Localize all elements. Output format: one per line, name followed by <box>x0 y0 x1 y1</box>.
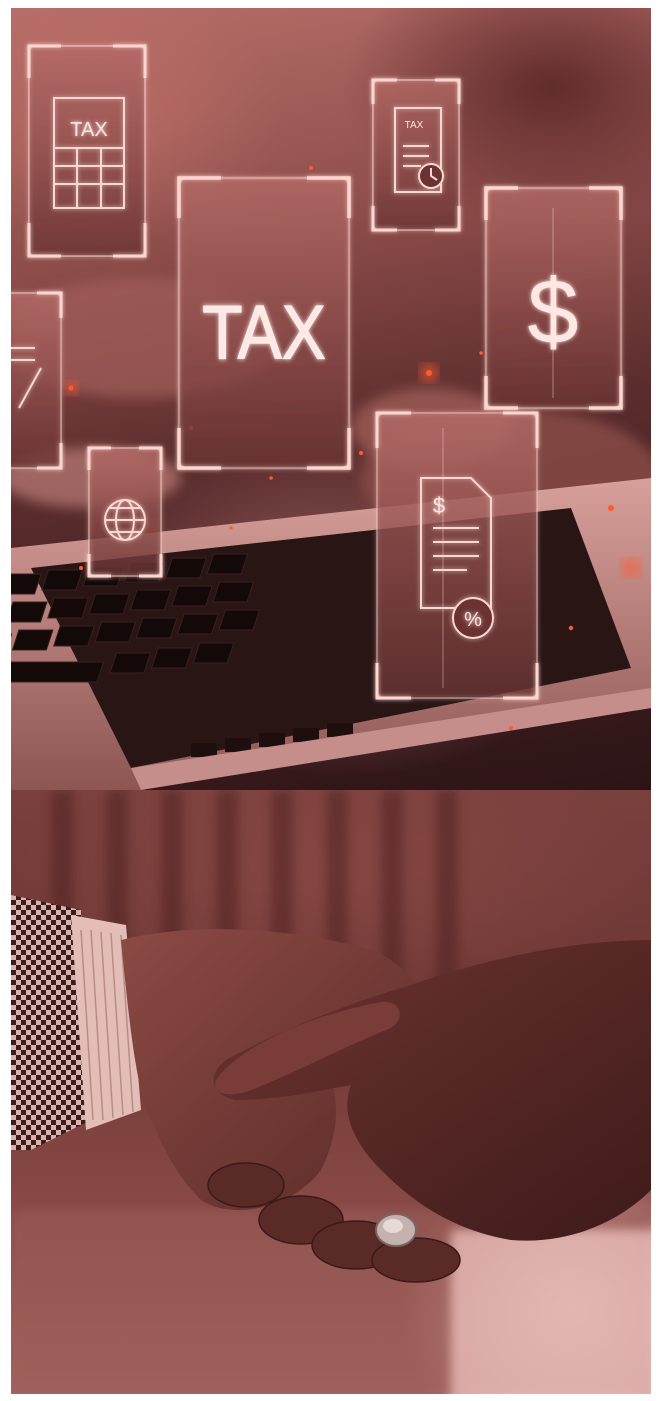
receipt-icon <box>11 291 63 470</box>
tax-main-label: TAX <box>202 292 325 376</box>
globe-icon <box>87 446 163 578</box>
tax-concept-photo: TAX TAX TAX $ $ % <box>11 8 651 790</box>
tax-form-icon <box>27 44 147 258</box>
tax-concept-illustration: TAX TAX TAX $ $ % <box>11 44 651 790</box>
tax-document-label: TAX <box>405 120 424 131</box>
jacket-sleeve <box>11 895 141 1150</box>
bright-table-surface <box>451 1230 651 1394</box>
invoice-percent-label: % <box>464 609 482 631</box>
invoice-percent-icon <box>375 411 539 700</box>
ring-icon <box>375 1213 417 1247</box>
image-collage: TAX TAX TAX $ $ % <box>11 8 651 1394</box>
handshake-photo <box>11 790 651 1394</box>
tax-form-label: TAX <box>70 119 107 141</box>
tax-document-clock-icon <box>371 78 461 232</box>
handshake-illustration <box>11 790 651 1394</box>
